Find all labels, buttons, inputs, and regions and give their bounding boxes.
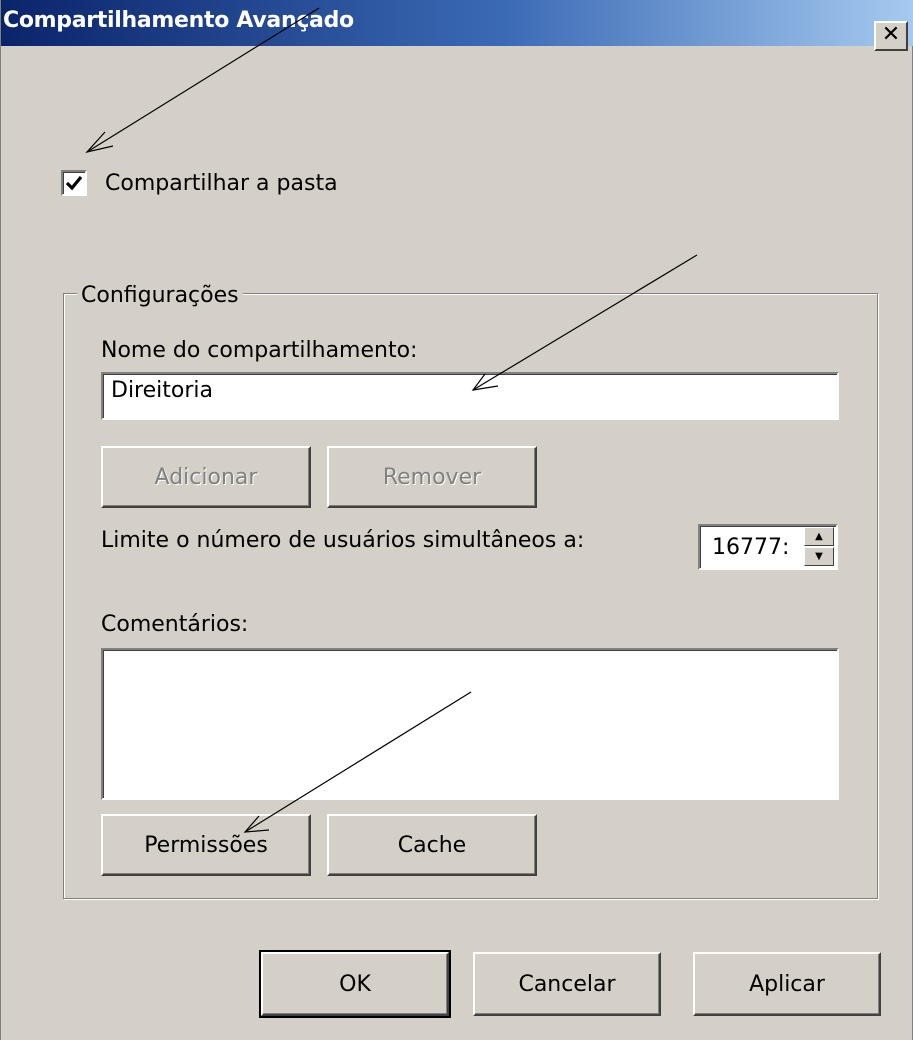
dialog-title: Compartilhamento Avançado — [3, 8, 354, 33]
share-folder-checkbox[interactable] — [61, 170, 87, 196]
apply-button[interactable]: Aplicar — [693, 952, 881, 1016]
ok-button[interactable]: OK — [259, 950, 451, 1018]
share-name-value: Direitoria — [111, 378, 213, 403]
arrow-down-icon: ▼ — [815, 551, 823, 562]
spin-down-button[interactable]: ▼ — [804, 547, 834, 566]
user-limit-label: Limite o número de usuários simultâneos … — [101, 528, 585, 553]
arrow-up-icon: ▲ — [815, 531, 823, 542]
add-button[interactable]: Adicionar — [101, 446, 311, 508]
permissions-button[interactable]: Permissões — [101, 814, 311, 876]
cache-button-label: Cache — [397, 832, 467, 858]
title-bar[interactable]: Compartilhamento Avançado — [1, 0, 913, 46]
spin-up-button[interactable]: ▲ — [804, 527, 834, 546]
add-button-label: Adicionar — [154, 464, 258, 490]
permissions-button-label: Permissões — [144, 832, 268, 858]
settings-legend: Configurações — [77, 283, 243, 308]
close-icon: ✕ — [881, 22, 901, 47]
share-folder-label[interactable]: Compartilhar a pasta — [105, 171, 338, 196]
apply-button-label: Aplicar — [749, 971, 825, 997]
cache-button[interactable]: Cache — [327, 814, 537, 876]
share-name-input[interactable]: Direitoria — [101, 372, 839, 420]
comments-textarea[interactable] — [101, 648, 839, 800]
advanced-sharing-dialog: Compartilhamento Avançado ✕ Compartilhar… — [0, 0, 913, 1040]
close-button[interactable]: ✕ — [874, 21, 908, 51]
ok-button-label: OK — [339, 971, 371, 997]
cancel-button[interactable]: Cancelar — [473, 952, 661, 1016]
remove-button-label: Remover — [382, 464, 482, 490]
share-name-label: Nome do compartilhamento: — [101, 338, 418, 363]
user-limit-value: 16777: — [712, 535, 790, 560]
comments-label: Comentários: — [101, 612, 249, 637]
remove-button[interactable]: Remover — [327, 446, 537, 508]
user-limit-spinner[interactable]: 16777: ▲ ▼ — [698, 524, 838, 570]
checkmark-icon — [65, 175, 83, 191]
cancel-button-label: Cancelar — [518, 971, 616, 997]
